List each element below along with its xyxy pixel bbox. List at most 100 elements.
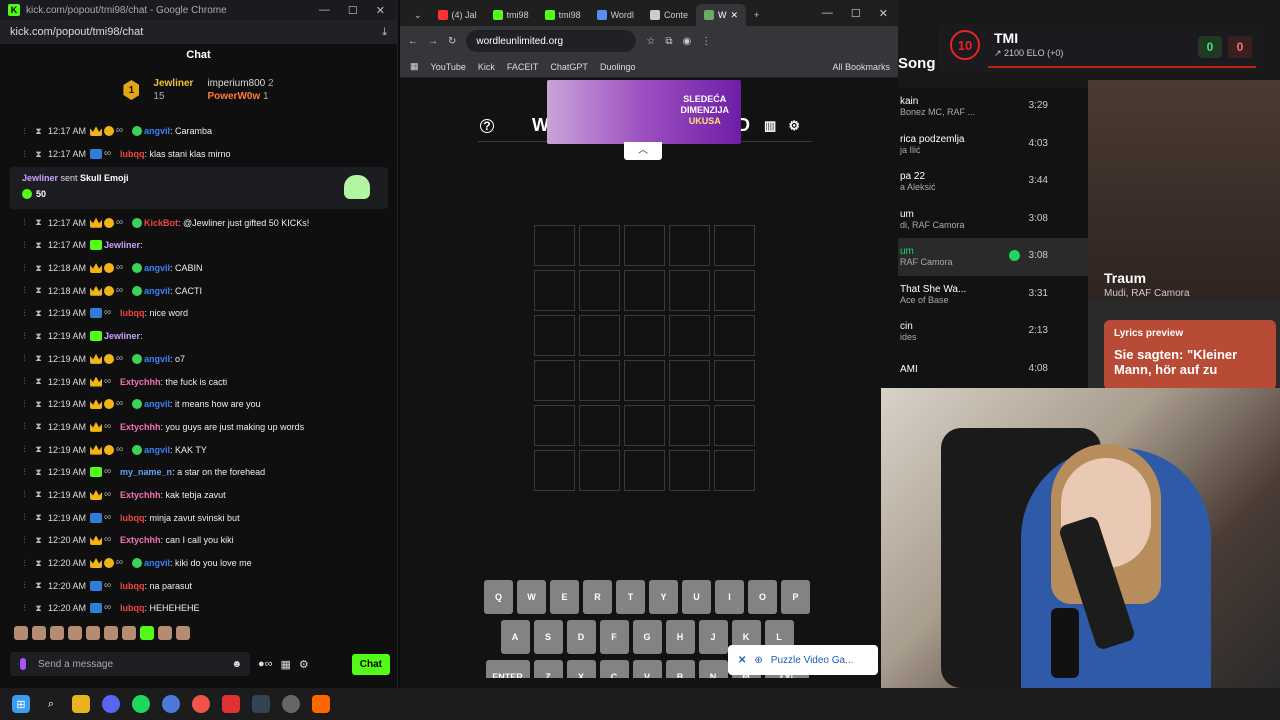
- message-username[interactable]: Extychhh: [120, 490, 161, 500]
- emote-icon[interactable]: [68, 626, 82, 640]
- timeout-icon[interactable]: ⧗: [34, 513, 43, 522]
- track-row[interactable]: kain Bonez MC, RAF ... 3:29: [898, 88, 1088, 126]
- minimize-icon[interactable]: —: [319, 4, 330, 17]
- track-row[interactable]: rica podzemlja ja Ilić 4:03: [898, 126, 1088, 164]
- bookmark-chatgpt[interactable]: ChatGPT: [550, 62, 588, 72]
- microphone-icon[interactable]: [20, 658, 26, 670]
- leader-third-name[interactable]: PowerW0w: [207, 91, 260, 102]
- emote-icon[interactable]: [14, 626, 28, 640]
- timeout-icon[interactable]: ⧗: [34, 535, 43, 545]
- timeout-icon[interactable]: ⧗: [34, 240, 43, 250]
- message-username[interactable]: lubqq: [120, 581, 145, 591]
- pin-icon[interactable]: ⫶: [20, 331, 29, 341]
- pin-icon[interactable]: ⫶: [20, 535, 29, 545]
- key-button[interactable]: V: [632, 660, 662, 678]
- tab-close-icon[interactable]: ✕: [730, 10, 738, 21]
- timeout-icon[interactable]: ⧗: [34, 422, 43, 431]
- key-button[interactable]: R: [583, 580, 612, 614]
- chat-message[interactable]: ⫶ ⧗ 12:19 AM ∞ Extychhh: you guys are just m…: [0, 416, 398, 439]
- brave-icon[interactable]: [312, 695, 330, 713]
- emote-icon[interactable]: [104, 626, 118, 640]
- key-button[interactable]: D: [566, 620, 596, 654]
- discord-icon[interactable]: [102, 695, 120, 713]
- key-button[interactable]: N: [698, 660, 728, 678]
- star-icon[interactable]: ☆: [646, 36, 655, 47]
- key-button[interactable]: U: [682, 580, 711, 614]
- emote-icon[interactable]: [158, 626, 172, 640]
- address-bar[interactable]: wordleunlimited.org: [466, 30, 637, 52]
- chat-message-list[interactable]: ⫶ ⧗ 12:17 AM ∞ angvil: Caramba ⫶ ⧗ 12:17 AM ∞ lub…: [0, 120, 398, 620]
- key-button[interactable]: P: [781, 580, 810, 614]
- app-icon[interactable]: [162, 695, 180, 713]
- emote-icon[interactable]: [32, 626, 46, 640]
- help-icon[interactable]: ?: [480, 118, 494, 133]
- app-icon[interactable]: [282, 695, 300, 713]
- chat-message[interactable]: ⫶ ⧗ 12:20 AM ∞ lubqq: HEHEHEHE: [0, 597, 398, 620]
- message-username[interactable]: angvil: [144, 126, 170, 136]
- timeout-icon[interactable]: ⧗: [34, 126, 43, 136]
- timeout-icon[interactable]: ⧗: [34, 581, 43, 590]
- saved-check-icon[interactable]: [1009, 250, 1020, 261]
- timeout-icon[interactable]: ⧗: [34, 218, 43, 227]
- extensions-icon[interactable]: ⧉: [665, 36, 672, 47]
- chat-message[interactable]: ⫶ ⧗ 12:19 AM ∞ angvil: o7: [0, 348, 398, 371]
- timeout-icon[interactable]: ⧗: [34, 490, 43, 499]
- message-username[interactable]: my_name_n: [120, 467, 172, 477]
- profile-avatar[interactable]: ◉: [683, 36, 692, 47]
- key-button[interactable]: ENTER: [485, 660, 530, 678]
- chat-url-bar[interactable]: kick.com/popout/tmi98/chat ⤓: [0, 20, 397, 44]
- pin-icon[interactable]: ⫶: [20, 422, 29, 431]
- chat-message[interactable]: ⫶ ⧗ 12:18 AM ∞ angvil: CACTI: [0, 279, 398, 302]
- timeout-icon[interactable]: ⧗: [34, 603, 43, 613]
- shield-icon[interactable]: [222, 695, 240, 713]
- menu-icon[interactable]: ⋮: [701, 36, 711, 47]
- reload-icon[interactable]: ↻: [448, 36, 456, 47]
- chat-message[interactable]: ⫶ ⧗ 12:19 AM ∞ angvil: it means how are you: [0, 393, 398, 416]
- key-button[interactable]: A: [500, 620, 530, 654]
- pin-icon[interactable]: ⫶: [20, 308, 29, 318]
- key-button[interactable]: B: [665, 660, 695, 678]
- key-button[interactable]: H: [665, 620, 695, 654]
- apps-grid-icon[interactable]: ▦: [410, 61, 419, 72]
- message-username[interactable]: Extychhh: [120, 535, 161, 545]
- pin-icon[interactable]: ⫶: [20, 513, 29, 522]
- track-row[interactable]: cin ides 2:13: [898, 313, 1088, 351]
- browser-tab[interactable]: Wordl: [589, 4, 642, 26]
- pin-icon[interactable]: ⫶: [20, 354, 29, 363]
- emote-icon[interactable]: [122, 626, 136, 640]
- windows-start-icon[interactable]: ⊞: [12, 695, 30, 713]
- collapse-ad-chevron-up-icon[interactable]: ︿: [624, 142, 662, 160]
- pin-icon[interactable]: ⫶: [20, 558, 29, 568]
- pin-icon[interactable]: ⫶: [20, 263, 29, 273]
- back-icon[interactable]: ←: [408, 36, 418, 47]
- bookmark-kick[interactable]: Kick: [478, 62, 495, 72]
- chat-message[interactable]: ⫶ ⧗ 12:17 AM ∞ angvil: Caramba: [0, 120, 398, 143]
- pin-icon[interactable]: ⫶: [20, 603, 29, 613]
- chat-message-input[interactable]: Send a message ☻: [10, 652, 250, 676]
- key-button[interactable]: Y: [649, 580, 678, 614]
- browser-tab[interactable]: tmi98: [537, 4, 589, 26]
- timeout-icon[interactable]: ⧗: [34, 558, 43, 568]
- recent-emotes-bar[interactable]: [14, 626, 190, 640]
- spotify-track-list[interactable]: kain Bonez MC, RAF ... 3:29 rica podzemlja j…: [898, 88, 1088, 388]
- browser-tab[interactable]: Conte: [642, 4, 696, 26]
- forward-icon[interactable]: →: [428, 36, 438, 47]
- pin-icon[interactable]: ⫶: [20, 240, 29, 250]
- message-username[interactable]: lubqq: [120, 308, 145, 318]
- pin-icon[interactable]: ⫶: [20, 149, 29, 159]
- tab-search-icon[interactable]: ⌄: [406, 4, 430, 26]
- chat-message[interactable]: ⫶ ⧗ 12:19 AM ∞ angvil: KAK TY: [0, 438, 398, 461]
- settings-gear-icon[interactable]: ⚙: [299, 658, 309, 671]
- key-button[interactable]: S: [533, 620, 563, 654]
- track-row[interactable]: um RAF Camora 3:08: [898, 238, 1088, 276]
- new-tab-button[interactable]: +: [746, 4, 767, 26]
- pin-icon[interactable]: ⫶: [20, 126, 29, 136]
- track-row[interactable]: um di, RAF Camora 3:08: [898, 201, 1088, 239]
- message-username[interactable]: angvil: [144, 558, 170, 568]
- chat-message[interactable]: ⫶ ⧗ 12:20 AM ∞ Extychhh: can I call you kiki: [0, 529, 398, 552]
- message-username[interactable]: lubqq: [120, 149, 145, 159]
- chat-message[interactable]: ⫶ ⧗ 12:17 AM ∞ lubqq: klas stani klas mirno: [0, 143, 398, 166]
- chat-message[interactable]: ⫶ ⧗ 12:19 AM ∞ lubqq: minja zavut svinski bu…: [0, 506, 398, 529]
- browser-tab[interactable]: (4) Jal: [430, 4, 485, 26]
- key-button[interactable]: W: [517, 580, 546, 614]
